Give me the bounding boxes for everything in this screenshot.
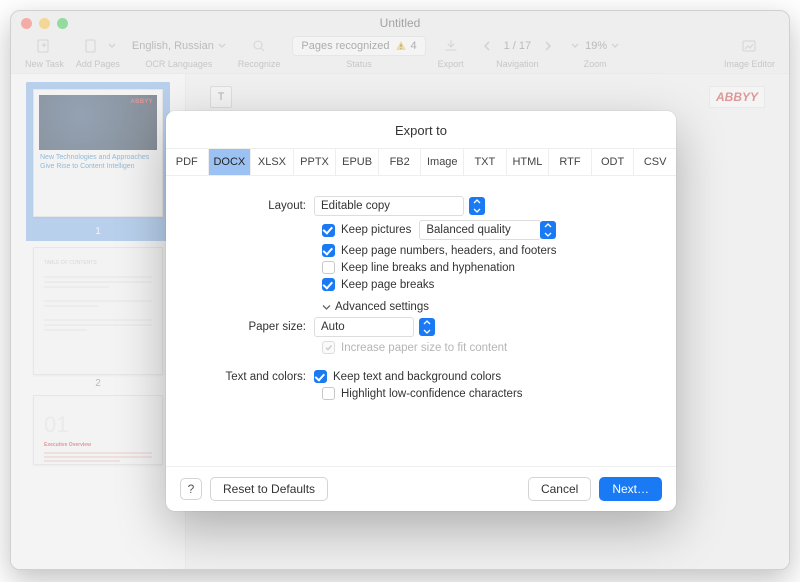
reset-defaults-button[interactable]: Reset to Defaults bbox=[210, 477, 328, 501]
advanced-label: Advanced settings bbox=[335, 301, 429, 313]
increase-paper-checkbox bbox=[322, 341, 335, 354]
dialog-title: Export to bbox=[166, 111, 676, 148]
keep-text-colors-checkbox[interactable] bbox=[314, 370, 327, 383]
highlight-low-confidence-checkbox[interactable] bbox=[322, 387, 335, 400]
keep-page-breaks-label: Keep page breaks bbox=[341, 279, 434, 291]
paper-size-label: Paper size: bbox=[196, 321, 314, 333]
tab-docx[interactable]: DOCX bbox=[209, 149, 252, 175]
check-icon bbox=[324, 343, 333, 352]
next-button[interactable]: Next… bbox=[599, 477, 662, 501]
export-dialog: Export to PDF DOCX XLSX PPTX EPUB FB2 Im… bbox=[166, 111, 676, 511]
keep-pictures-label: Keep pictures bbox=[341, 224, 411, 236]
tab-odt[interactable]: ODT bbox=[592, 149, 635, 175]
keep-text-colors-label: Keep text and background colors bbox=[333, 371, 501, 383]
tab-csv[interactable]: CSV bbox=[634, 149, 676, 175]
tab-fb2[interactable]: FB2 bbox=[379, 149, 422, 175]
picture-quality-stepper[interactable] bbox=[540, 221, 556, 239]
format-tabs: PDF DOCX XLSX PPTX EPUB FB2 Image TXT HT… bbox=[166, 148, 676, 176]
export-form: Layout: Editable copy Keep pictures Bala… bbox=[166, 176, 676, 400]
help-button[interactable]: ? bbox=[180, 478, 202, 500]
paper-size-stepper[interactable] bbox=[419, 318, 435, 336]
advanced-toggle[interactable]: Advanced settings bbox=[196, 301, 646, 313]
increase-paper-label: Increase paper size to fit content bbox=[341, 342, 507, 354]
tab-pptx[interactable]: PPTX bbox=[294, 149, 337, 175]
tab-rtf[interactable]: RTF bbox=[549, 149, 592, 175]
chevron-down-icon bbox=[322, 303, 331, 312]
tab-html[interactable]: HTML bbox=[507, 149, 550, 175]
keep-headers-checkbox[interactable] bbox=[322, 244, 335, 257]
text-colors-label: Text and colors: bbox=[196, 371, 314, 383]
picture-quality-select[interactable]: Balanced quality bbox=[419, 220, 541, 240]
cancel-button[interactable]: Cancel bbox=[528, 477, 591, 501]
tab-xlsx[interactable]: XLSX bbox=[251, 149, 294, 175]
app-window: Untitled New Task Add Pages English, Rus… bbox=[10, 10, 790, 570]
tab-txt[interactable]: TXT bbox=[464, 149, 507, 175]
layout-label: Layout: bbox=[196, 200, 314, 212]
dialog-footer: ? Reset to Defaults Cancel Next… bbox=[166, 466, 676, 511]
layout-select[interactable]: Editable copy bbox=[314, 196, 464, 216]
tab-epub[interactable]: EPUB bbox=[336, 149, 379, 175]
tab-pdf[interactable]: PDF bbox=[166, 149, 209, 175]
keep-line-breaks-label: Keep line breaks and hyphenation bbox=[341, 262, 515, 274]
layout-stepper[interactable] bbox=[469, 197, 485, 215]
keep-line-breaks-checkbox[interactable] bbox=[322, 261, 335, 274]
keep-pictures-checkbox[interactable] bbox=[322, 224, 335, 237]
highlight-low-confidence-label: Highlight low-confidence characters bbox=[341, 388, 523, 400]
tab-image[interactable]: Image bbox=[421, 149, 464, 175]
paper-size-select[interactable]: Auto bbox=[314, 317, 414, 337]
keep-page-breaks-checkbox[interactable] bbox=[322, 278, 335, 291]
keep-headers-label: Keep page numbers, headers, and footers bbox=[341, 245, 556, 257]
